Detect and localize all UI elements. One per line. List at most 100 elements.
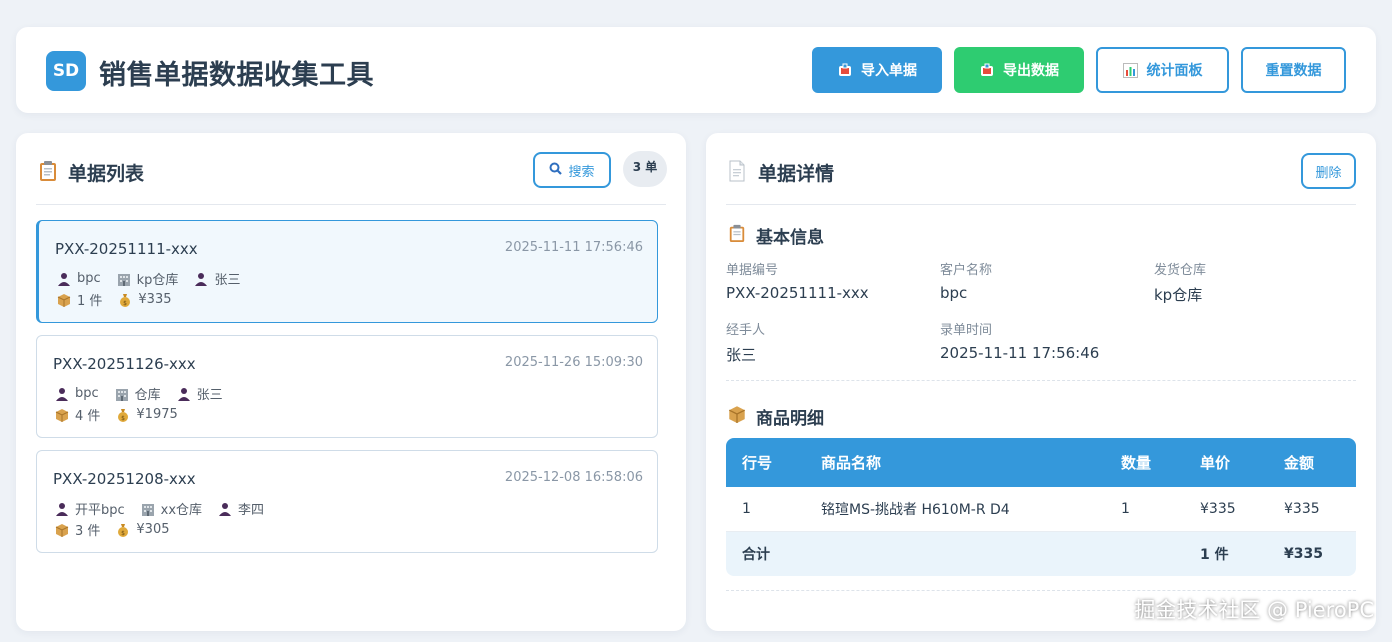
search-icon — [549, 162, 563, 179]
order-card[interactable]: PXX-20251111-xxx 2025-11-11 17:56:46 bpc… — [36, 220, 658, 323]
table-cell — [1105, 531, 1184, 576]
building-icon — [141, 503, 154, 516]
money-bag-icon: $ — [120, 293, 131, 307]
person-icon — [56, 387, 68, 401]
order-list-title: 单据列表 — [68, 163, 145, 185]
package-icon — [728, 406, 746, 423]
document-icon — [728, 160, 750, 182]
delete-button[interactable]: 删除 — [1301, 153, 1356, 189]
order-amount: $ ¥335 — [118, 290, 172, 309]
total-qty: 1 件 — [1184, 531, 1268, 576]
stats-button-label: 统计面板 — [1146, 63, 1203, 79]
total-amount: ¥335 — [1268, 531, 1356, 576]
table-cell: 1 — [1105, 487, 1184, 532]
building-icon — [115, 388, 128, 401]
order-customer-text: bpc — [75, 386, 99, 401]
building-icon — [117, 273, 130, 286]
order-list-panel: 单据列表 搜索 3 单 PXX-20251111-xxx 2025-11-11 … — [16, 133, 686, 631]
warehouse-label: 发货仓库 — [1154, 263, 1207, 278]
order-count-badge: 3 单 — [623, 151, 667, 187]
table-row: 1 铭瑄MS-挑战者 H610M-R D4 1 ¥335 ¥335 — [726, 487, 1356, 532]
money-bag-icon: $ — [118, 408, 129, 422]
handler-value: 张三 — [726, 346, 757, 364]
order-detail-header: 单据详情 删除 — [726, 151, 1356, 205]
column-header: 商品名称 — [805, 438, 1105, 487]
import-button-label: 导入单据 — [861, 63, 917, 79]
order-card[interactable]: PXX-20251126-xxx 2025-11-26 15:09:30 bpc… — [36, 335, 658, 438]
order-qty: 3 件 — [55, 520, 100, 539]
basic-info-title: 基本信息 — [756, 228, 824, 248]
column-header: 金额 — [1268, 438, 1356, 487]
order-qty-text: 3 件 — [75, 524, 101, 539]
order-list: PXX-20251111-xxx 2025-11-11 17:56:46 bpc… — [36, 220, 658, 565]
search-button[interactable]: 搜索 — [533, 152, 611, 188]
order-meta: 开平bpc xx仓库 李四 — [55, 499, 264, 518]
warehouse-value: kp仓库 — [1154, 286, 1203, 304]
clipboard-icon — [729, 224, 745, 242]
order-number: PXX-20251126-xxx — [53, 355, 196, 373]
table-cell — [805, 531, 1105, 576]
table-header-row: 行号 商品名称 数量 单价 金额 — [726, 438, 1356, 487]
table-cell: 铭瑄MS-挑战者 H610M-R D4 — [805, 487, 1105, 532]
bar-chart-icon — [1123, 62, 1139, 78]
package-icon — [55, 523, 69, 537]
column-header: 单价 — [1184, 438, 1268, 487]
person-icon — [177, 387, 190, 401]
table-cell: 1 — [726, 487, 805, 532]
export-button[interactable]: 导出数据 — [954, 47, 1084, 93]
order-no-value: PXX-20251111-xxx — [726, 284, 869, 302]
table-cell: ¥335 — [1268, 487, 1356, 532]
order-time: 2025-11-26 15:09:30 — [504, 355, 643, 370]
time-value: 2025-11-11 17:56:46 — [940, 344, 1100, 362]
section-divider — [726, 380, 1356, 381]
package-icon — [57, 293, 71, 307]
app-logo: SD — [46, 51, 86, 91]
column-header: 数量 — [1105, 438, 1184, 487]
order-warehouse: xx仓库 — [141, 499, 202, 518]
export-button-label: 导出数据 — [1003, 63, 1059, 79]
export-icon — [979, 62, 995, 78]
order-qty-text: 1 件 — [77, 294, 103, 309]
order-list-header: 单据列表 搜索 3 单 — [36, 151, 667, 205]
order-time: 2025-12-08 16:58:06 — [504, 470, 643, 485]
svg-text:$: $ — [121, 530, 125, 537]
order-handler-text: 张三 — [214, 273, 241, 288]
order-qty-text: 4 件 — [75, 409, 101, 424]
total-label: 合计 — [726, 531, 805, 576]
order-time: 2025-11-11 17:56:46 — [504, 240, 643, 255]
order-detail-title: 单据详情 — [758, 163, 835, 185]
handler-label: 经手人 — [726, 323, 766, 338]
person-icon — [56, 502, 68, 516]
order-customer: bpc — [55, 384, 99, 403]
table-cell: ¥335 — [1184, 487, 1268, 532]
app-header: SD 销售单据数据收集工具 导入单据 导出数据 统计面板 重置数据 — [16, 27, 1376, 113]
search-button-label: 搜索 — [568, 164, 595, 180]
section-divider — [726, 590, 1356, 591]
items-title: 商品明细 — [756, 409, 824, 429]
app-title: 销售单据数据收集工具 — [99, 60, 374, 91]
person-icon — [58, 272, 70, 286]
order-summary: 3 件 $ ¥305 — [55, 520, 170, 539]
customer-label: 客户名称 — [940, 263, 993, 278]
order-warehouse: kp仓库 — [117, 269, 178, 288]
order-meta: bpc kp仓库 张三 — [57, 269, 240, 288]
order-amount: $ ¥1975 — [116, 405, 178, 424]
clipboard-icon — [38, 160, 60, 182]
order-card[interactable]: PXX-20251208-xxx 2025-12-08 16:58:06 开平b… — [36, 450, 658, 553]
stats-button[interactable]: 统计面板 — [1096, 47, 1229, 93]
time-label: 录单时间 — [940, 323, 993, 338]
package-icon — [55, 408, 69, 422]
order-number: PXX-20251208-xxx — [53, 470, 196, 488]
order-amount: $ ¥305 — [116, 520, 170, 539]
svg-text:$: $ — [121, 415, 125, 422]
svg-text:$: $ — [123, 300, 127, 307]
reset-button[interactable]: 重置数据 — [1241, 47, 1346, 93]
order-handler-text: 张三 — [196, 388, 223, 403]
import-button[interactable]: 导入单据 — [812, 47, 942, 93]
person-icon — [219, 502, 232, 516]
money-bag-icon: $ — [118, 523, 129, 537]
order-warehouse-text: xx仓库 — [160, 503, 203, 518]
order-amount-text: ¥335 — [138, 292, 172, 307]
order-customer: 开平bpc — [55, 499, 125, 518]
order-warehouse-text: 仓库 — [134, 388, 161, 403]
